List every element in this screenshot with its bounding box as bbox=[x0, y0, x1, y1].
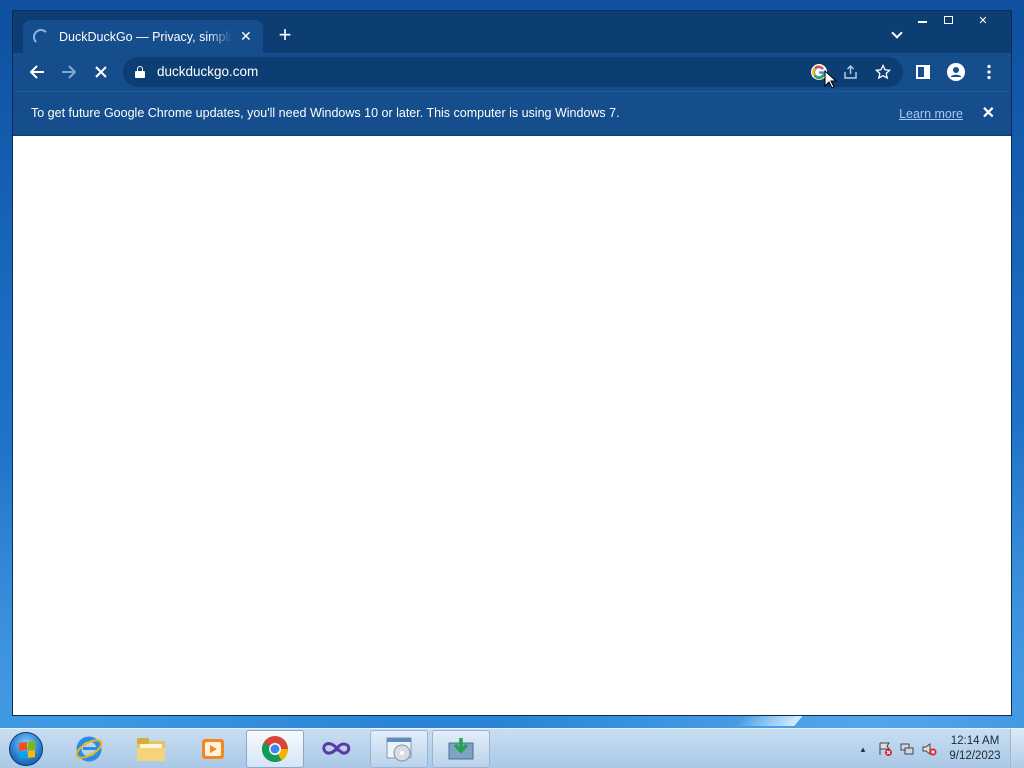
download-app-icon bbox=[448, 738, 474, 760]
maximize-icon bbox=[943, 16, 953, 24]
show-desktop-button[interactable] bbox=[1010, 729, 1024, 768]
forward-button[interactable] bbox=[55, 58, 83, 86]
window-close-button[interactable]: ✕ bbox=[961, 11, 1005, 29]
taskbar-infinity-app[interactable] bbox=[308, 730, 366, 768]
taskbar: ▲ 12:14 AM 9/12/2023 bbox=[0, 728, 1024, 768]
taskbar-clock[interactable]: 12:14 AM 9/12/2023 bbox=[940, 734, 1010, 764]
share-button[interactable] bbox=[837, 58, 865, 86]
share-icon bbox=[844, 65, 857, 79]
action-center-icon[interactable] bbox=[874, 739, 896, 759]
disc-app-icon bbox=[386, 737, 412, 762]
volume-muted-icon[interactable] bbox=[918, 739, 940, 759]
page-content[interactable] bbox=[13, 136, 1011, 715]
taskbar-file-explorer[interactable] bbox=[122, 730, 180, 768]
infobar-message: To get future Google Chrome updates, you… bbox=[31, 106, 620, 120]
minimize-button[interactable] bbox=[909, 11, 935, 29]
bookmark-star-icon bbox=[875, 64, 891, 80]
tray-expand-button[interactable]: ▲ bbox=[852, 739, 874, 759]
infobar-close-button[interactable]: ✕ bbox=[982, 103, 995, 123]
network-icon[interactable] bbox=[896, 739, 918, 759]
clock-time: 12:14 AM bbox=[950, 735, 1000, 747]
mouse-cursor-icon bbox=[824, 70, 838, 89]
side-panel-icon bbox=[916, 65, 930, 79]
menu-button[interactable] bbox=[975, 58, 1003, 86]
clock-date: 9/12/2023 bbox=[949, 750, 1001, 762]
back-icon bbox=[29, 65, 44, 79]
media-player-icon bbox=[202, 739, 224, 759]
chevron-down-icon bbox=[891, 27, 903, 39]
start-button[interactable] bbox=[6, 730, 46, 768]
new-tab-button[interactable]: + bbox=[273, 24, 297, 48]
bookmark-button[interactable] bbox=[869, 58, 897, 86]
system-tray: ▲ 12:14 AM 9/12/2023 bbox=[852, 729, 1024, 768]
forward-icon bbox=[62, 65, 77, 79]
stop-loading-icon bbox=[95, 66, 107, 78]
taskbar-disc-app[interactable] bbox=[370, 730, 428, 768]
taskbar-internet-explorer[interactable] bbox=[60, 730, 118, 768]
stop-loading-button[interactable] bbox=[87, 58, 115, 86]
chrome-icon bbox=[261, 736, 289, 763]
internet-explorer-icon bbox=[75, 736, 103, 762]
window-controls: ✕ bbox=[909, 11, 1005, 29]
learn-more-link[interactable]: Learn more bbox=[899, 107, 963, 121]
back-button[interactable] bbox=[23, 58, 51, 86]
infinity-app-icon bbox=[322, 742, 351, 755]
maximize-button[interactable] bbox=[935, 11, 961, 29]
taskbar-chrome[interactable] bbox=[246, 730, 304, 768]
side-panel-button[interactable] bbox=[909, 58, 937, 86]
tab-strip: DuckDuckGo — Privacy, simplified. ✕ + ✕ bbox=[13, 11, 1011, 53]
browser-toolbar: duckduckgo.com bbox=[13, 53, 1011, 91]
profile-icon bbox=[947, 63, 965, 81]
file-explorer-icon bbox=[137, 738, 165, 761]
profile-button[interactable] bbox=[942, 58, 970, 86]
tab-search-button[interactable] bbox=[887, 25, 907, 45]
tab-duckduckgo[interactable]: DuckDuckGo — Privacy, simplified. ✕ bbox=[23, 20, 263, 53]
taskbar-download-app[interactable] bbox=[432, 730, 490, 768]
minimize-icon bbox=[917, 21, 927, 23]
menu-icon bbox=[987, 64, 991, 80]
taskbar-media-player[interactable] bbox=[184, 730, 242, 768]
loading-spinner-icon bbox=[33, 28, 49, 45]
windows-logo-icon bbox=[9, 732, 43, 766]
chrome-window: DuckDuckGo — Privacy, simplified. ✕ + ✕ … bbox=[12, 10, 1012, 716]
address-bar[interactable]: duckduckgo.com bbox=[123, 57, 903, 87]
tab-close-button[interactable]: ✕ bbox=[239, 28, 253, 45]
tab-title: DuckDuckGo — Privacy, simplified. bbox=[59, 29, 233, 44]
update-infobar: To get future Google Chrome updates, you… bbox=[13, 91, 1011, 135]
lock-icon bbox=[135, 66, 145, 78]
url-text[interactable]: duckduckgo.com bbox=[157, 64, 258, 79]
